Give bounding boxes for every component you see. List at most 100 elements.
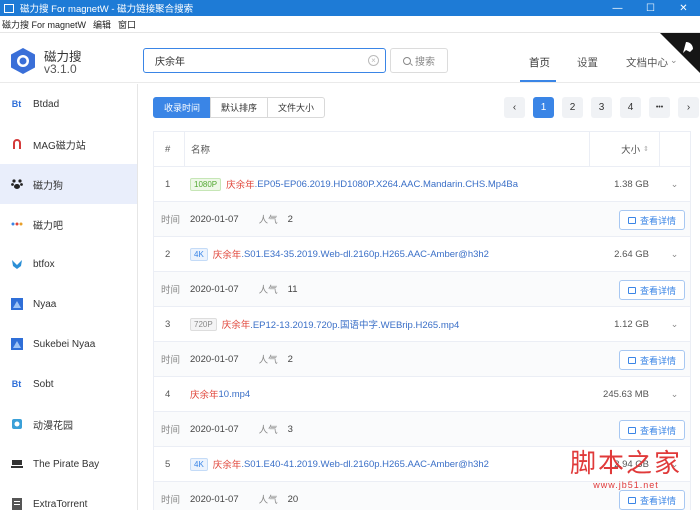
github-corner-icon[interactable] (660, 33, 700, 83)
prev-page-button[interactable]: ‹ (504, 97, 525, 118)
tab-home[interactable]: 首页 (529, 55, 550, 70)
quality-tag: 4K (190, 247, 208, 261)
view-detail-button[interactable]: 查看详情 (618, 420, 685, 440)
hexagon-logo-icon (11, 48, 35, 74)
view-detail-button[interactable]: 查看详情 (618, 210, 685, 230)
table-row[interactable]: 2 4K 庆余年 .S01.E34-35.2019.Web-dl.2160p.H265… (154, 237, 690, 272)
clear-icon[interactable]: × (368, 55, 379, 66)
sort-by-size-button[interactable]: 文件大小 (267, 97, 326, 118)
fox-icon (10, 258, 23, 271)
next-page-button[interactable]: › (678, 97, 699, 118)
popularity-label: 人气 (258, 355, 278, 366)
page-button-3[interactable]: 3 (591, 97, 612, 118)
row-size: 1.12 GB (614, 318, 649, 330)
search-value: 庆余年 (155, 57, 185, 68)
tab-settings[interactable]: 设置 (577, 55, 598, 70)
sort-by-time-button[interactable]: 收录时间 (153, 97, 212, 118)
chevron-down-icon[interactable]: ⌄ (659, 389, 690, 400)
header-expand (659, 131, 690, 167)
quality-tag: 720P (190, 317, 217, 331)
view-detail-button[interactable]: 查看详情 (618, 350, 685, 370)
watermark-sub: www.jb51.net (593, 480, 659, 490)
row-date: 2020-01-07 (190, 423, 239, 435)
view-detail-button[interactable]: 查看详情 (618, 280, 685, 300)
menu-edit[interactable]: 编辑 (91, 18, 116, 31)
dog-paw-icon (10, 178, 23, 191)
time-label: 时间 (161, 215, 181, 226)
sidebar-item-ciligou[interactable]: 磁力狗 (0, 164, 137, 204)
window-title: 磁力搜 For magnetW - 磁力链接聚合搜索 (20, 4, 194, 15)
sidebar-item-sobt[interactable]: Bt Sobt (0, 364, 137, 404)
row-name[interactable]: 4K 庆余年 .S01.E40-41.2019.Web-dl.2160p.H265.… (184, 457, 589, 471)
sort-default-button[interactable]: 默认排序 (210, 97, 269, 118)
quality-tag: 4K (190, 457, 208, 471)
close-button[interactable]: ✕ (667, 0, 700, 16)
table-row[interactable]: 1 1080P 庆余年 .EP05-EP06.2019.HD1080P.X264.AA… (154, 167, 690, 202)
page-button-2[interactable]: 2 (562, 97, 583, 118)
bt-icon: Bt (11, 99, 22, 109)
row-popularity: 2 (287, 353, 293, 365)
row-detail: 时间 2020-01-07 人气 2 查看详情 (154, 202, 690, 237)
keyword-highlight: 庆余年 (221, 320, 251, 331)
view-detail-button[interactable]: 查看详情 (618, 490, 685, 510)
row-popularity: 11 (287, 283, 298, 295)
row-size: 2.64 GB (614, 248, 649, 260)
maximize-button[interactable]: ☐ (634, 0, 667, 16)
minimize-button[interactable]: — (601, 0, 634, 16)
row-num: 5 (165, 458, 171, 470)
sidebar-item-label: Sukebei Nyaa (33, 338, 96, 350)
chevron-down-icon[interactable]: ⌄ (659, 179, 690, 190)
page-button-1[interactable]: 1 (533, 97, 554, 118)
menu-app[interactable]: 磁力搜 For magnetW (0, 18, 91, 31)
table-row[interactable]: 4 庆余年 10.mp4 245.63 MB ⌄ (154, 377, 690, 412)
row-date: 2020-01-07 (190, 353, 239, 365)
sort-arrows-icon: ⇕ (643, 146, 649, 153)
search-icon (403, 56, 411, 65)
results-panel: 收录时间 默认排序 文件大小 ‹ 1 2 3 4 ••• › # 名称 大小 ⇕ … (139, 84, 700, 510)
sidebar-item-dmhy[interactable]: 动漫花园 (0, 404, 137, 444)
chevron-down-icon[interactable]: ⌄ (659, 319, 690, 330)
row-detail: 时间 2020-01-07 人气 2 查看详情 (154, 342, 690, 377)
watermark: 脚本之家 www.jb51.net (570, 443, 682, 490)
sidebar-item-sukebei[interactable]: Sukebei Nyaa (0, 324, 137, 364)
row-detail: 时间 2020-01-07 人气 3 查看详情 (154, 412, 690, 447)
row-date: 2020-01-07 (190, 283, 239, 295)
row-date: 2020-01-07 (190, 213, 239, 225)
row-date: 2020-01-07 (190, 493, 239, 505)
row-detail: 时间 2020-01-07 人气 11 查看详情 (154, 272, 690, 307)
sidebar-item-btdad[interactable]: Bt Btdad (0, 84, 137, 124)
sidebar-item-nyaa[interactable]: Nyaa (0, 284, 137, 324)
sidebar-item-label: Nyaa (33, 298, 57, 310)
row-name[interactable]: 720P 庆余年 .EP12-13.2019.720p.国语中字.WEBrip.H2… (184, 317, 589, 331)
view-detail-label: 查看详情 (639, 425, 676, 436)
time-label: 时间 (161, 425, 181, 436)
chevron-down-icon[interactable]: ⌄ (659, 249, 690, 260)
row-name[interactable]: 4K 庆余年 .S01.E34-35.2019.Web-dl.2160p.H265.… (184, 247, 589, 261)
sidebar-item-mag[interactable]: MAG磁力站 (0, 124, 137, 164)
table-row[interactable]: 3 720P 庆余年 .EP12-13.2019.720p.国语中字.WEBrip.H… (154, 307, 690, 342)
brand-version: v3.1.0 (44, 62, 77, 76)
menu-window[interactable]: 窗口 (116, 18, 141, 31)
sidebar-item-btfox[interactable]: btfox (0, 244, 137, 284)
header-size[interactable]: 大小 ⇕ (589, 131, 659, 167)
detail-icon (627, 216, 636, 224)
row-name-rest: .S01.E34-35.2019.Web-dl.2160p.H265.AAC-A… (241, 248, 489, 260)
more-pages-button[interactable]: ••• (649, 97, 670, 118)
row-name[interactable]: 1080P 庆余年 .EP05-EP06.2019.HD1080P.X264.AAC… (184, 177, 589, 191)
row-popularity: 3 (287, 423, 293, 435)
sidebar-item-extratorrent[interactable]: ExtraTorrent (0, 484, 137, 510)
row-size: 245.63 MB (603, 388, 649, 400)
popularity-label: 人气 (258, 495, 278, 506)
page-button-4[interactable]: 4 (620, 97, 641, 118)
search-input[interactable]: 庆余年 × (143, 48, 386, 73)
sidebar-item-piratebay[interactable]: The Pirate Bay (0, 444, 137, 484)
flower-icon (10, 418, 23, 431)
active-tab-indicator (520, 80, 556, 82)
table-header: # 名称 大小 ⇕ (154, 131, 690, 167)
row-name[interactable]: 庆余年 10.mp4 (184, 387, 589, 402)
search-button[interactable]: 搜索 (390, 48, 448, 73)
row-name-rest: .S01.E40-41.2019.Web-dl.2160p.H265.AAC-A… (241, 458, 489, 470)
sidebar-item-ciliba[interactable]: 磁力吧 (0, 204, 137, 244)
sidebar-item-label: The Pirate Bay (33, 458, 100, 470)
doc-icon (10, 498, 23, 510)
